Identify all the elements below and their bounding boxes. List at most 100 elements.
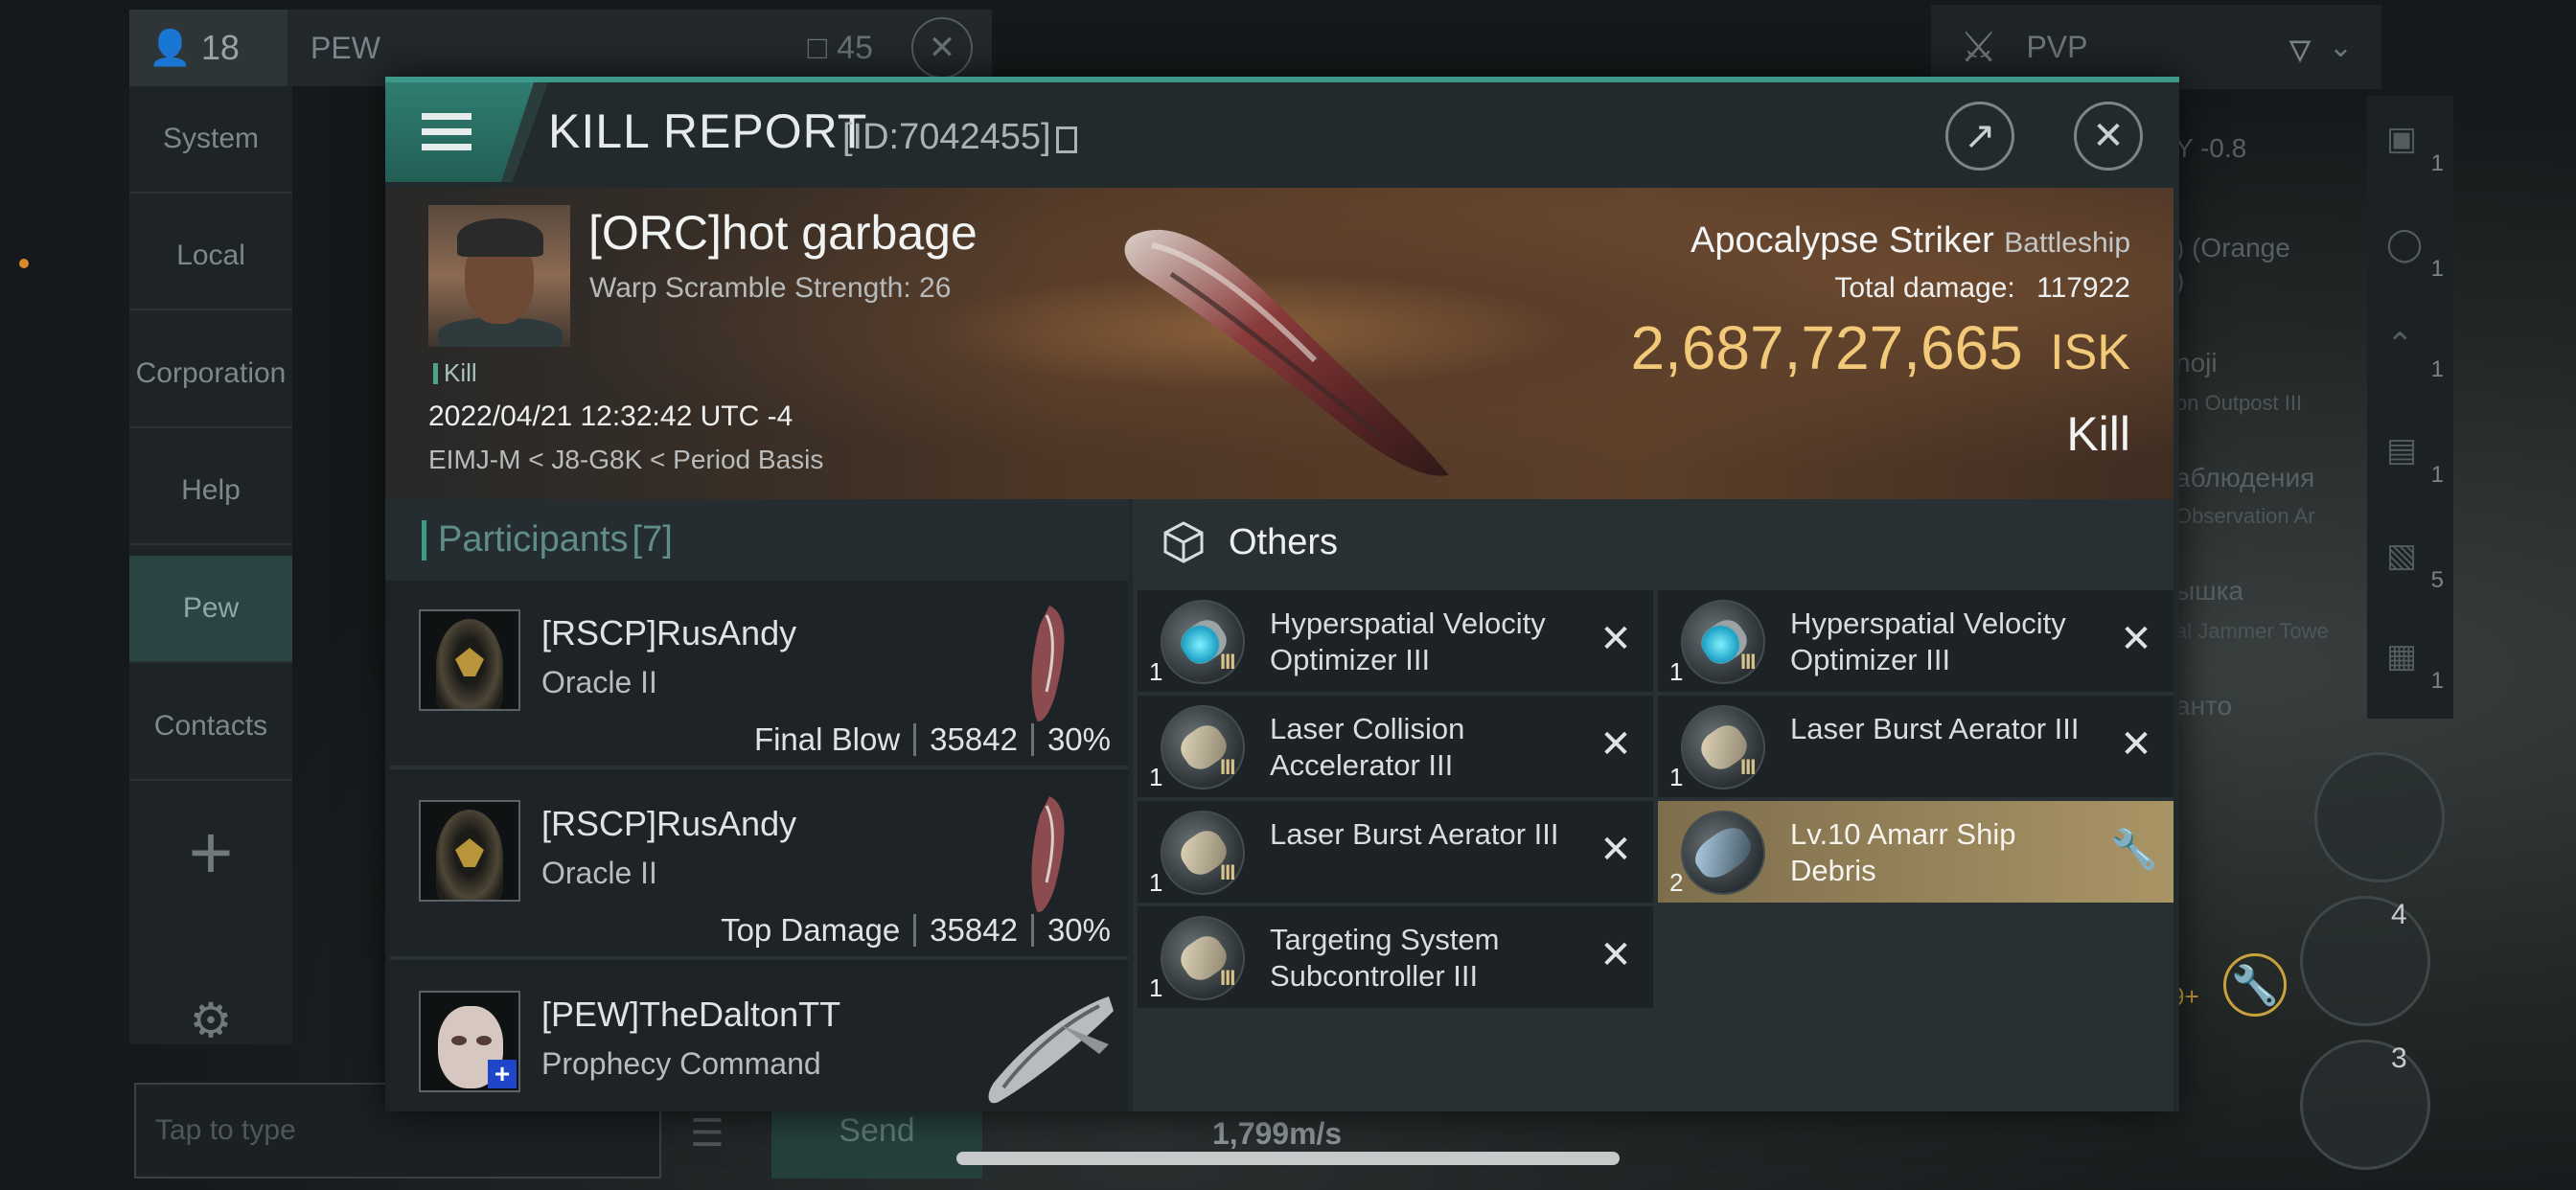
participant-stats: Final Blow 35842 30% xyxy=(754,721,1111,758)
kill-datetime: 2022/04/21 12:32:42 UTC -4 xyxy=(428,400,794,432)
item-quantity: 1 xyxy=(1669,763,1684,791)
sidebar-item-local[interactable]: Local xyxy=(129,203,292,310)
dropped-item[interactable]: 2 Lv.10 Amarr Ship Debris 🔧 xyxy=(1658,801,2174,903)
dropped-item[interactable]: III 1 Targeting System Subcontroller III… xyxy=(1138,906,1653,1008)
wrench-icon[interactable]: 🔧 xyxy=(2110,826,2158,874)
share-icon: ↗ xyxy=(1964,115,1996,157)
speed-readout: 1,799m/s xyxy=(1212,1116,1343,1151)
victim-portrait[interactable] xyxy=(428,205,570,347)
chat-window-count-value: 45 xyxy=(837,29,873,66)
participant-name: [RSCP]RusAndy xyxy=(541,804,797,843)
share-button[interactable]: ↗ xyxy=(1945,102,2014,171)
participant-ship: Oracle II xyxy=(541,856,657,890)
participant-row[interactable]: [RSCP]RusAndy Oracle II Top Damage 35842 3… xyxy=(390,773,1128,960)
destroyed-x-icon: ✕ xyxy=(1599,723,1632,766)
ship-class: Battleship xyxy=(2004,227,2130,259)
overview-row-text[interactable]: noji xyxy=(2175,347,2348,379)
sidebar-item-help[interactable]: Help xyxy=(129,438,292,545)
victim-name[interactable]: [ORC]hot garbage xyxy=(588,205,978,261)
structure-icon[interactable]: ▣ 1 xyxy=(2386,120,2444,176)
chat-members-button[interactable]: 👤 18 xyxy=(129,10,288,86)
overview-row-text[interactable]: ышка xyxy=(2175,575,2348,607)
notification-dot xyxy=(19,259,29,268)
swap-button[interactable] xyxy=(2314,752,2445,882)
kill-location[interactable]: EIMJ-M < J8-G8K < Period Basis xyxy=(428,445,823,475)
sidebar-item-corporation[interactable]: Corporation xyxy=(129,321,292,428)
warp-scramble-strength: Warp Scramble Strength: 26 xyxy=(589,272,952,304)
participant-row[interactable]: [RSCP]RusAndy Oracle II Final Blow 35842 3… xyxy=(390,583,1128,769)
item-quantity: 1 xyxy=(1149,868,1163,897)
overview-list: Y -0.8 ) (Orange ) noji on Outpost III а… xyxy=(2175,96,2348,722)
participant-portrait[interactable] xyxy=(419,609,520,711)
filter-icon[interactable]: ▿ xyxy=(2271,19,2329,77)
copy-icon[interactable] xyxy=(1056,126,1077,153)
participant-row[interactable]: + [PEW]TheDaltonTT Prophecy Command xyxy=(390,964,1128,1111)
overview-row-text[interactable]: анто xyxy=(2175,690,2348,722)
chat-close-button[interactable]: ✕ xyxy=(911,17,973,79)
overview-row-text[interactable]: ) xyxy=(2175,264,2348,297)
crossed-swords-icon: ⚔ xyxy=(1960,23,1998,71)
item-name: Lv.10 Amarr Ship Debris xyxy=(1790,817,2016,887)
dropped-item[interactable]: III 1 Laser Burst Aerator III ✕ xyxy=(1658,696,2174,797)
item-name: Laser Burst Aerator III xyxy=(1790,712,2080,745)
participant-portrait[interactable] xyxy=(419,800,520,902)
dropped-item[interactable]: III 1 Laser Burst Aerator III ✕ xyxy=(1138,801,1653,903)
sidebar-item-system[interactable]: System xyxy=(129,86,292,194)
sidebar-item-pew[interactable]: Pew xyxy=(129,556,292,663)
victim-ship-image xyxy=(1124,229,1449,476)
jammer-icon[interactable]: ▦ 1 xyxy=(2386,637,2444,694)
overview-row-text[interactable]: аблюдения xyxy=(2175,462,2348,494)
module-count: 3 xyxy=(2391,1042,2407,1074)
participant-ship-image xyxy=(1031,606,1065,721)
destroyed-x-icon: ✕ xyxy=(1599,618,1632,660)
item-quantity: 2 xyxy=(1669,868,1684,897)
beacon-icon[interactable]: ▤ 1 xyxy=(2386,431,2444,488)
ship-name-line: Apocalypse Striker Battleship xyxy=(1690,220,2130,262)
total-damage-label: Total damage: xyxy=(1834,272,2015,304)
item-quantity: 1 xyxy=(1149,973,1163,1002)
participants-header: Participants [7] xyxy=(385,499,1128,581)
ship-name[interactable]: Apocalypse Striker xyxy=(1690,220,1994,261)
chat-channel-sidebar: System Local Corporation Help Pew Contac… xyxy=(129,86,292,1044)
others-header: Others xyxy=(1133,499,2174,585)
chat-channel-name: PEW xyxy=(310,30,380,65)
item-quantity: 1 xyxy=(1149,763,1163,791)
tech-level-badge: III xyxy=(1740,650,1756,674)
isk-line: 2,687,727,665 ISK xyxy=(1630,312,2130,383)
result-label: Kill xyxy=(2066,407,2130,461)
item-quantity: 1 xyxy=(1669,657,1684,686)
tech-level-badge: III xyxy=(1220,755,1235,779)
overview-row-sub: Observation Ar xyxy=(2175,504,2315,528)
module-slot-1[interactable] xyxy=(2300,896,2430,1026)
module-slot-2[interactable] xyxy=(2300,1040,2430,1170)
close-button[interactable]: ✕ xyxy=(2074,102,2143,171)
participant-portrait[interactable]: + xyxy=(419,991,520,1092)
participant-ship: Oracle II xyxy=(541,665,657,699)
gate-icon[interactable]: ⌃ 1 xyxy=(2386,326,2444,382)
sidebar-item-contacts[interactable]: Contacts xyxy=(129,674,292,781)
participant-damage: 35842 xyxy=(930,721,1018,757)
repair-wrench-icon[interactable]: 🔧 xyxy=(2223,953,2287,1017)
gear-icon[interactable]: ⚙ xyxy=(187,996,235,1044)
hamburger-icon[interactable] xyxy=(422,113,472,159)
person-icon: 👤 xyxy=(149,28,192,67)
tech-level-badge: III xyxy=(1220,860,1235,884)
overview-row-text[interactable]: ) (Orange xyxy=(2175,232,2348,264)
dropped-item[interactable]: III 1 Laser Collision Accelerator III ✕ xyxy=(1138,696,1653,797)
participant-ship-image xyxy=(988,996,1114,1104)
dropped-item[interactable]: III 1 Hyperspatial Velocity Optimizer II… xyxy=(1658,590,2174,692)
participants-title: Participants xyxy=(438,519,629,560)
ship-debris-icon xyxy=(1681,811,1765,895)
chat-menu-icon[interactable]: ☰ xyxy=(690,1111,724,1156)
close-icon: ✕ xyxy=(2092,115,2125,157)
filter-label: PVP xyxy=(2026,29,2088,64)
chat-window-count[interactable]: □ 45 xyxy=(808,30,873,67)
destroyed-x-icon: ✕ xyxy=(1599,934,1632,976)
chat-header: 👤 18 PEW □ 45 ✕ xyxy=(129,10,992,86)
station-icon[interactable]: ◯ 1 xyxy=(2386,225,2444,282)
tower-icon[interactable]: ▧ 5 xyxy=(2386,537,2444,593)
add-channel-icon[interactable]: + xyxy=(182,814,240,891)
item-name: Hyperspatial Velocity Optimizer III xyxy=(1270,606,1546,676)
dropped-item[interactable]: III 1 Hyperspatial Velocity Optimizer II… xyxy=(1138,590,1653,692)
overview-row-text[interactable]: Y -0.8 xyxy=(2175,132,2348,165)
